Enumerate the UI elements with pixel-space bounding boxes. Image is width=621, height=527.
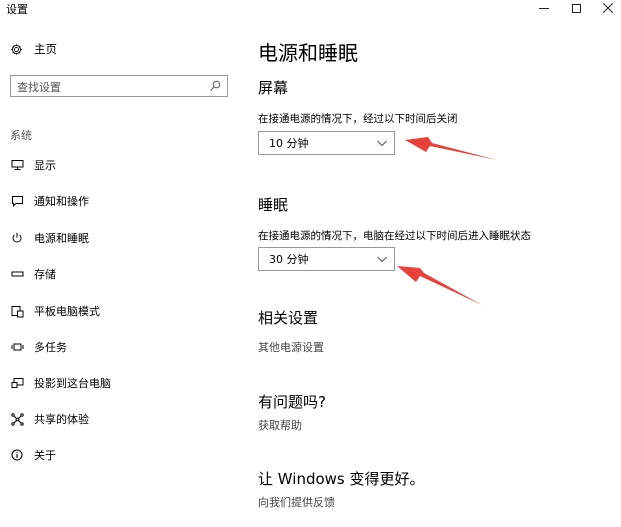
sleep-heading: 睡眠 [258, 196, 289, 214]
minimize-icon[interactable] [530, 0, 558, 16]
window-title: 设置 [6, 3, 28, 16]
sidebar-item-storage[interactable]: 存储 [10, 264, 230, 284]
give-feedback-link[interactable]: 向我们提供反馈 [258, 494, 335, 510]
tablet-mode-icon [10, 304, 24, 318]
settings-window: 设置 主页 系统 [0, 0, 621, 527]
search-icon[interactable] [209, 80, 221, 92]
page-title: 电源和睡眠 [258, 41, 358, 65]
sidebar-item-label: 多任务 [34, 341, 67, 354]
sidebar-item-tablet-mode[interactable]: 平板电脑模式 [10, 301, 230, 321]
title-bar: 设置 [0, 0, 621, 20]
message-icon [10, 194, 24, 208]
sidebar-item-label: 关于 [34, 449, 56, 462]
monitor-icon [10, 158, 24, 172]
search-field[interactable] [10, 75, 228, 98]
sidebar-item-shared-experiences[interactable]: 共享的体验 [10, 409, 230, 429]
info-icon [10, 448, 24, 462]
sidebar-item-home[interactable]: 主页 [8, 39, 57, 59]
maximize-icon[interactable] [562, 0, 590, 16]
annotation-arrow-screen [405, 137, 497, 160]
get-help-link[interactable]: 获取帮助 [258, 417, 302, 433]
sidebar-item-display[interactable]: 显示 [10, 155, 230, 175]
gear-icon [8, 41, 24, 57]
search-input[interactable] [11, 77, 201, 98]
sleep-timeout-value: 30 分钟 [269, 253, 309, 266]
close-icon[interactable] [594, 0, 621, 16]
sidebar-item-about[interactable]: 关于 [10, 445, 230, 465]
sidebar-item-label: 通知和操作 [34, 195, 89, 208]
sidebar-item-label: 存储 [34, 268, 56, 281]
additional-power-settings-link[interactable]: 其他电源设置 [258, 339, 324, 355]
sidebar-home-label: 主页 [34, 42, 57, 56]
feedback-heading: 让 Windows 变得更好。 [258, 470, 425, 488]
sidebar-item-project[interactable]: 投影到这台电脑 [10, 373, 230, 393]
share-icon [10, 412, 24, 426]
sidebar-item-power-sleep[interactable]: 电源和睡眠 [10, 228, 230, 248]
sidebar-item-label: 平板电脑模式 [34, 305, 100, 318]
power-icon [10, 231, 24, 245]
storage-icon [10, 267, 24, 281]
screen-heading: 屏幕 [258, 79, 289, 97]
sidebar: 主页 系统 显示 通知和操作 电源和睡眠 [0, 20, 240, 527]
annotation-arrow-sleep [397, 266, 482, 305]
screen-description: 在接通电源的情况下，经过以下时间后关闭 [258, 113, 458, 125]
sidebar-item-label: 显示 [34, 159, 56, 172]
project-icon [10, 376, 24, 390]
section-label-system: 系统 [10, 129, 32, 142]
multitask-icon [10, 340, 24, 354]
sidebar-item-label: 共享的体验 [34, 413, 89, 426]
chevron-down-icon [377, 256, 387, 263]
screen-timeout-value: 10 分钟 [269, 137, 309, 150]
sidebar-item-label: 电源和睡眠 [34, 232, 89, 245]
screen-timeout-select[interactable]: 10 分钟 [258, 131, 395, 155]
sleep-description: 在接通电源的情况下，电脑在经过以下时间后进入睡眠状态 [258, 230, 531, 242]
chevron-down-icon [377, 140, 387, 147]
related-settings-heading: 相关设置 [258, 309, 319, 327]
sidebar-item-multitasking[interactable]: 多任务 [10, 337, 230, 357]
sidebar-item-label: 投影到这台电脑 [34, 377, 111, 390]
sidebar-item-notifications[interactable]: 通知和操作 [10, 191, 230, 211]
help-heading: 有问题吗? [258, 393, 326, 411]
sleep-timeout-select[interactable]: 30 分钟 [258, 247, 395, 271]
